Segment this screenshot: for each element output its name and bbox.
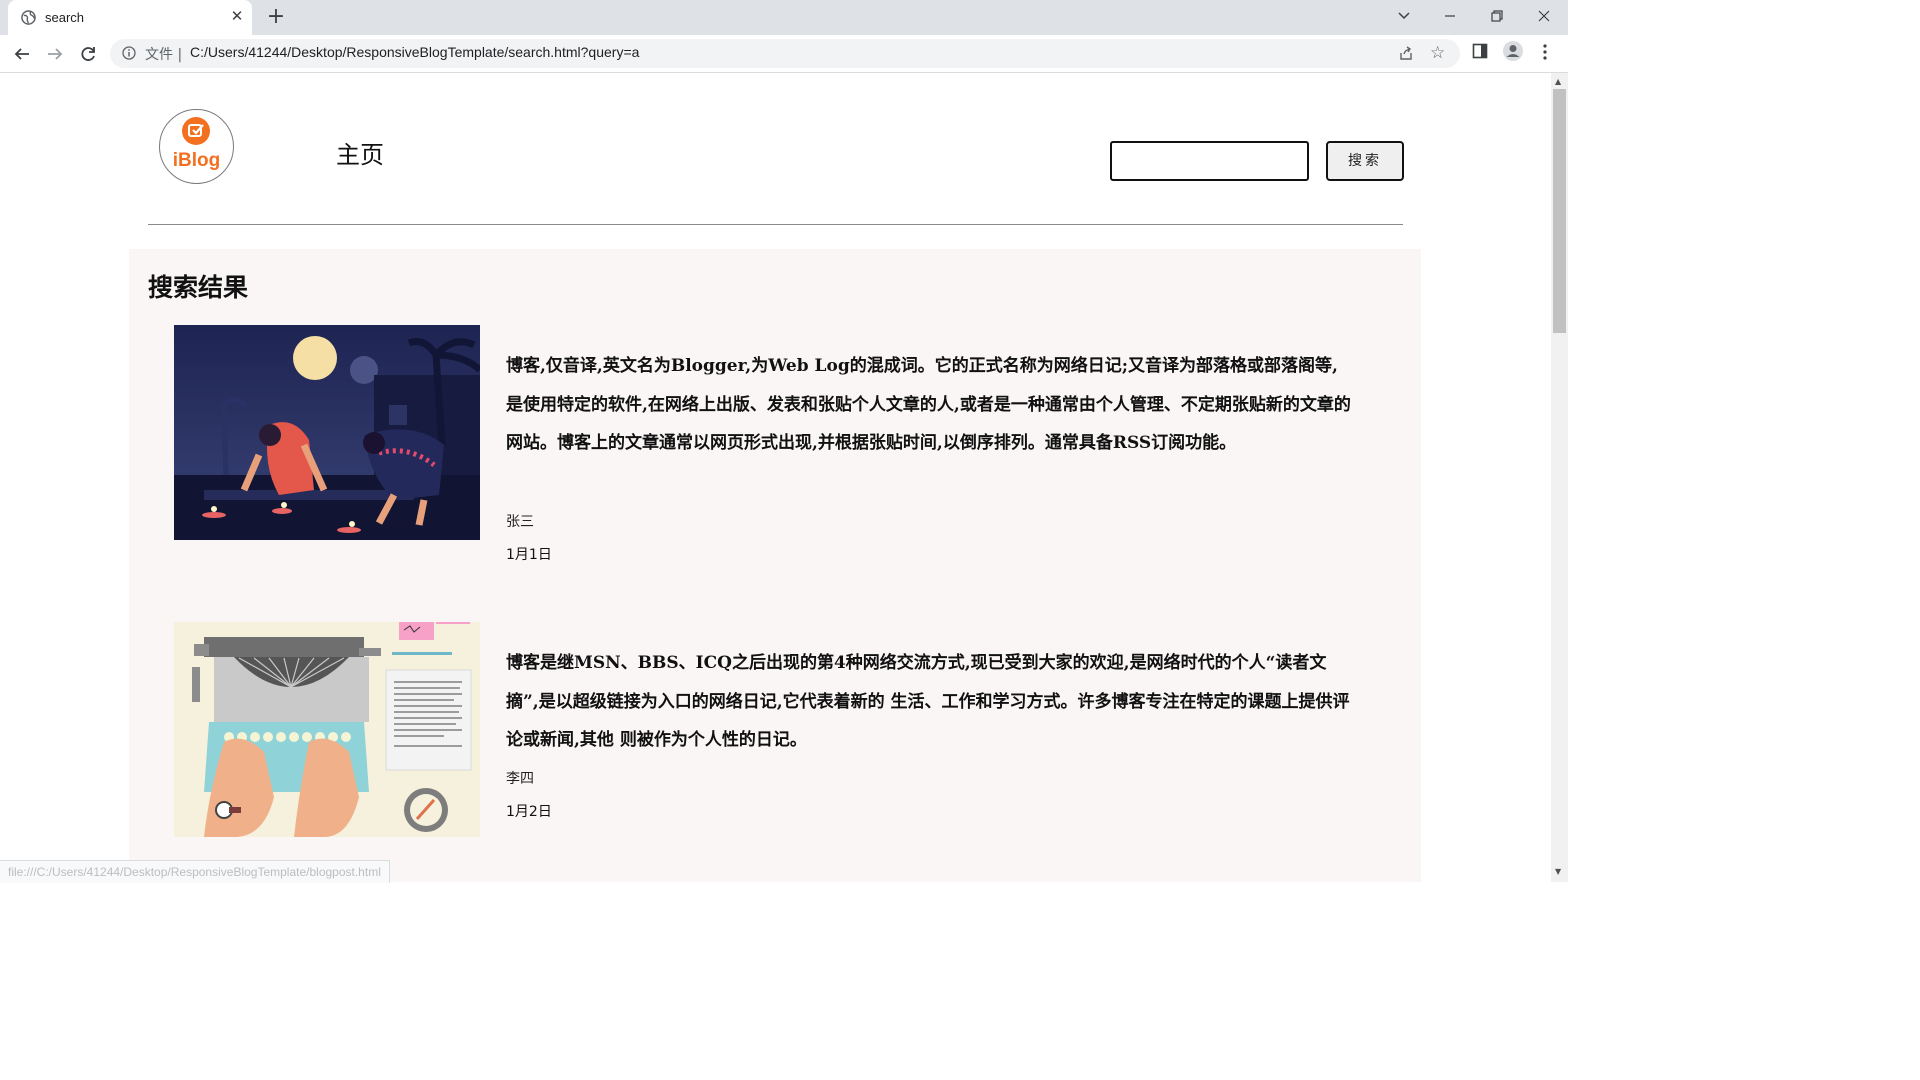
- tab-title: search: [45, 10, 85, 25]
- scheme-label: 文件 |: [145, 47, 183, 63]
- header-divider: [148, 224, 1403, 225]
- scroll-up-arrow-icon[interactable]: ▲: [1555, 77, 1561, 86]
- logo-badge-icon: [182, 117, 210, 145]
- tab-close-icon[interactable]: ✕: [228, 7, 246, 25]
- share-icon[interactable]: [1398, 45, 1414, 61]
- post-author: 李四: [506, 771, 534, 787]
- logo-text: iBlog: [172, 150, 221, 171]
- browser-toolbar: 文件 | C:/Users/41244/Desktop/ResponsiveBl…: [0, 35, 1568, 73]
- post-date: 1月1日: [506, 547, 552, 563]
- scroll-down-arrow-icon[interactable]: ▼: [1555, 867, 1561, 876]
- results-heading: 搜索结果: [148, 273, 249, 302]
- post-author: 张三: [506, 514, 534, 530]
- search-input[interactable]: [1110, 141, 1309, 181]
- address-bar[interactable]: 文件 | C:/Users/41244/Desktop/ResponsiveBl…: [110, 39, 1460, 68]
- vertical-scrollbar[interactable]: ▲ ▼: [1551, 73, 1568, 882]
- search-results-panel: 搜索结果 博客,仅音译,英文名为Blogger,为Web Log的混成词。它的正…: [129, 249, 1421, 882]
- site-logo[interactable]: iBlog: [159, 109, 234, 184]
- kebab-menu-icon[interactable]: [1540, 43, 1550, 61]
- typewriter-illustration-icon[interactable]: [174, 622, 480, 837]
- search-button[interactable]: 搜索: [1326, 141, 1404, 181]
- tab-search-chevron-icon[interactable]: [1390, 4, 1418, 28]
- tab-strip: search ✕ +: [0, 0, 1568, 35]
- nav-link-home[interactable]: 主页: [336, 135, 384, 170]
- browser-tab[interactable]: search ✕: [8, 0, 252, 35]
- new-tab-button[interactable]: +: [264, 6, 288, 30]
- diwali-lamps-illustration-icon[interactable]: [174, 325, 480, 540]
- globe-icon: [21, 10, 36, 25]
- reload-icon[interactable]: [75, 41, 101, 67]
- window-close-icon[interactable]: [1530, 4, 1558, 28]
- page-viewport: iBlog 主页 搜索 搜索结果 博客,仅音译,英文名为Blogger,为Web…: [0, 73, 1551, 882]
- post-excerpt[interactable]: 博客,仅音译,英文名为Blogger,为Web Log的混成词。它的正式名称为网…: [506, 347, 1351, 463]
- restore-icon[interactable]: [1483, 4, 1511, 28]
- url-text[interactable]: C:/Users/41244/Desktop/ResponsiveBlogTem…: [190, 44, 639, 60]
- profile-avatar-icon[interactable]: [1503, 41, 1523, 61]
- side-panel-icon[interactable]: [1472, 43, 1488, 59]
- post-date: 1月2日: [506, 804, 552, 820]
- post-excerpt[interactable]: 博客是继MSN、BBS、ICQ之后出现的第4种网络交流方式,现已受到大家的欢迎,…: [506, 644, 1351, 760]
- bookmark-star-icon[interactable]: ☆: [1430, 43, 1445, 63]
- minimize-icon[interactable]: [1436, 4, 1464, 28]
- status-bar-url: file:///C:/Users/41244/Desktop/Responsiv…: [0, 860, 390, 883]
- scrollbar-thumb[interactable]: [1553, 89, 1566, 333]
- site-info-icon[interactable]: [122, 46, 136, 60]
- back-arrow-icon[interactable]: [9, 41, 35, 67]
- forward-arrow-icon[interactable]: [42, 41, 68, 67]
